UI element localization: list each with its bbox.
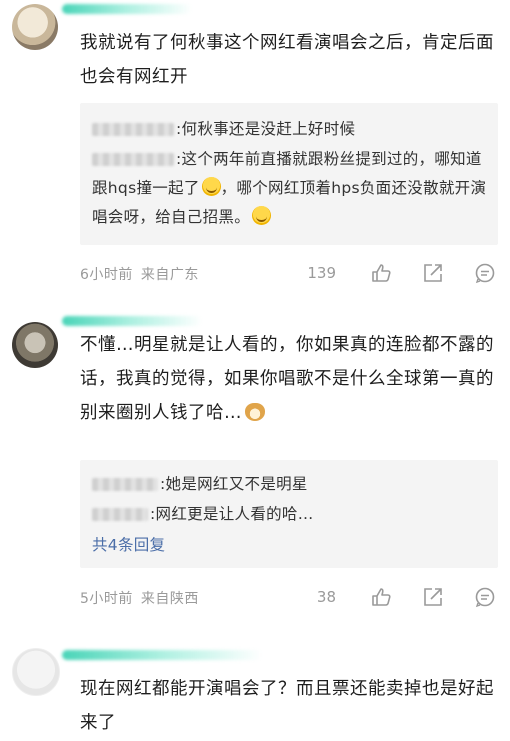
reply-text: :她是网红又不是明星	[160, 475, 308, 493]
comment-2: 不懂…明星就是让人看的，你如果真的连脸都不露的话，我真的觉得，如果你唱歌不是什么…	[0, 310, 510, 630]
username-masked[interactable]	[62, 4, 192, 14]
reply-text: :网红更是让人看的哈…	[150, 505, 314, 523]
reply-box[interactable]: :她是网红又不是明星 :网红更是让人看的哈… 共4条回复	[80, 460, 498, 568]
comment-actions: 38	[317, 586, 496, 608]
user-avatar[interactable]	[12, 322, 58, 368]
like-icon[interactable]	[370, 586, 392, 608]
comment-text: 现在网红都能开演唱会了？而且票还能卖掉也是好起来了	[80, 679, 494, 733]
comment-3: 现在网红都能开演唱会了？而且票还能卖掉也是好起来了	[0, 640, 510, 741]
comment-meta: 5小时前 来自陕西	[80, 588, 207, 608]
like-count: 38	[316, 588, 336, 606]
reply-username-masked[interactable]	[92, 508, 148, 521]
user-avatar[interactable]	[12, 648, 60, 696]
reply-item[interactable]: :何秋事还是没赶上好时候	[92, 115, 488, 144]
reply-item[interactable]: :她是网红又不是明星	[92, 470, 488, 499]
comment-1: 我就说有了何秋事这个网红看演唱会之后，肯定后面也会有网红开 :何秋事还是没赶上好…	[0, 0, 510, 300]
reply-username-masked[interactable]	[92, 478, 158, 491]
comment-meta: 6小时前 来自广东	[80, 264, 207, 284]
user-avatar[interactable]	[12, 4, 58, 50]
share-icon[interactable]	[422, 262, 444, 284]
comment-location: 来自广东	[140, 267, 199, 283]
username-masked[interactable]	[62, 316, 202, 326]
reply-username-masked[interactable]	[92, 123, 174, 136]
comment-text: 不懂…明星就是让人看的，你如果真的连脸都不露的话，我真的觉得，如果你唱歌不是什么…	[80, 335, 494, 423]
reply-item[interactable]: :这个两年前直播就跟粉丝提到过的，哪知道跟hqs撞一起了 ，哪个网红顶着hps负面…	[92, 145, 488, 232]
share-icon[interactable]	[422, 586, 444, 608]
reply-icon[interactable]	[474, 262, 496, 284]
reply-icon[interactable]	[474, 586, 496, 608]
reply-box[interactable]: :何秋事还是没赶上好时候 :这个两年前直播就跟粉丝提到过的，哪知道跟hqs撞一起…	[80, 103, 498, 245]
comment-location: 来自陕西	[140, 591, 199, 607]
like-icon[interactable]	[370, 262, 392, 284]
laugh-cry-emoji	[252, 206, 272, 225]
like-count: 139	[307, 264, 336, 282]
laugh-cry-emoji	[201, 177, 221, 196]
comment-text: 我就说有了何秋事这个网红看演唱会之后，肯定后面也会有网红开	[80, 33, 494, 87]
more-replies-link[interactable]: 共4条回复	[92, 531, 488, 560]
reply-username-masked[interactable]	[92, 153, 174, 166]
reply-text: :何秋事还是没赶上好时候	[176, 120, 356, 138]
comment-time: 5小时前	[80, 591, 133, 607]
comment-actions: 139	[307, 262, 496, 284]
reply-item[interactable]: :网红更是让人看的哈…	[92, 500, 488, 529]
username-masked[interactable]	[62, 650, 262, 660]
comment-time: 6小时前	[80, 267, 133, 283]
doge-emoji	[245, 403, 265, 421]
